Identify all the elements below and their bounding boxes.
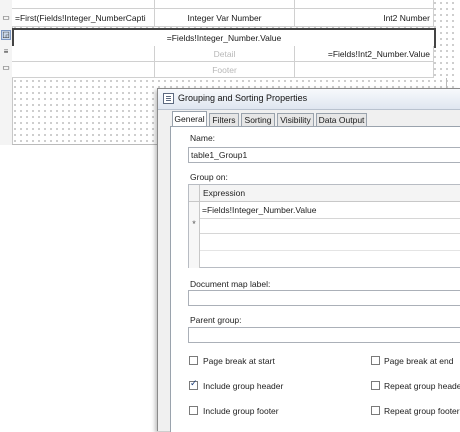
- grouping-sorting-dialog: Grouping and Sorting Properties General …: [157, 88, 460, 432]
- detail-cell-2[interactable]: Detail: [155, 46, 295, 61]
- doc-map-label: Document map label:: [190, 279, 271, 289]
- page-break-end-checkbox[interactable]: [371, 356, 380, 365]
- page-break-start-label: Page break at start: [203, 356, 275, 366]
- new-row-icon: *: [192, 219, 196, 229]
- table-cell[interactable]: [295, 0, 434, 8]
- name-value: table1_Group1: [191, 150, 248, 160]
- parent-group-field[interactable]: [188, 327, 460, 343]
- group-header-row[interactable]: =Fields!Integer_Number.Value: [12, 28, 436, 48]
- expression-row[interactable]: =Fields!Integer_Number.Value: [200, 202, 460, 219]
- table-top-row: [12, 0, 434, 9]
- include-group-header-label: Include group header: [203, 381, 284, 391]
- header-cell-1[interactable]: =First(Fields!Integer_NumberCapti: [12, 9, 155, 26]
- name-field[interactable]: table1_Group1: [188, 147, 460, 163]
- group-cell[interactable]: =Fields!Integer_Number.Value: [14, 30, 434, 46]
- dialog-titlebar[interactable]: Grouping and Sorting Properties: [158, 89, 460, 110]
- table-detail-row: Detail =Fields!Int2_Number.Value: [12, 46, 434, 62]
- table-cell[interactable]: [12, 0, 155, 8]
- doc-map-field[interactable]: [188, 290, 460, 306]
- tab-data-output[interactable]: Data Output: [316, 113, 367, 126]
- detail-icon[interactable]: ≡: [2, 48, 10, 56]
- repeat-group-footer-label: Repeat group footer: [384, 406, 460, 416]
- include-group-footer-checkbox[interactable]: [189, 406, 198, 415]
- dialog-title: Grouping and Sorting Properties: [178, 93, 308, 103]
- repeat-group-header-label: Repeat group header: [384, 381, 460, 391]
- table-cell[interactable]: [155, 0, 295, 8]
- general-tab-panel: Name: table1_Group1 Group on: Expression…: [170, 126, 460, 432]
- footer-cell-3[interactable]: [295, 62, 434, 77]
- parent-group-label: Parent group:: [190, 315, 242, 325]
- dialog-icon: [163, 93, 174, 104]
- name-label: Name:: [190, 133, 216, 143]
- footer-cell-2[interactable]: Footer: [155, 62, 295, 77]
- expression-header: Expression: [203, 188, 246, 198]
- tab-sorting[interactable]: Sorting: [241, 113, 275, 126]
- table-footer-row: Footer: [12, 62, 434, 78]
- header-cell-3[interactable]: Int2 Number: [295, 9, 434, 26]
- row-header-corner: [189, 185, 200, 201]
- include-group-header-checkbox[interactable]: [189, 379, 198, 390]
- expression-header-row: Expression: [189, 185, 460, 202]
- detail-cell-1[interactable]: [12, 46, 155, 61]
- page-break-start-checkbox[interactable]: [189, 356, 198, 365]
- detail-cell-3[interactable]: =Fields!Int2_Number.Value: [295, 46, 434, 61]
- footer-cell-1[interactable]: [12, 62, 155, 77]
- include-group-footer-label: Include group footer: [203, 406, 279, 416]
- page-break-end-label: Page break at end: [384, 356, 454, 366]
- expression-empty-row: [200, 234, 460, 251]
- tab-visibility[interactable]: Visibility: [277, 113, 314, 126]
- expression-value: =Fields!Integer_Number.Value: [202, 205, 317, 215]
- expression-new-row[interactable]: [200, 219, 460, 234]
- repeat-group-header-checkbox[interactable]: [371, 381, 380, 390]
- tab-general[interactable]: General: [172, 111, 207, 127]
- group-icon[interactable]: ◲: [1, 30, 11, 40]
- footer-icon[interactable]: ▭: [2, 64, 10, 72]
- row-selector-column: [189, 202, 200, 268]
- group-on-label: Group on:: [190, 172, 228, 182]
- repeat-group-footer-checkbox[interactable]: [371, 406, 380, 415]
- table-header-icon[interactable]: ▭: [2, 14, 10, 22]
- table-header-row: =First(Fields!Integer_NumberCapti Intege…: [12, 9, 434, 27]
- tab-filters[interactable]: Filters: [209, 113, 239, 126]
- header-cell-2[interactable]: Integer Var Number: [155, 9, 295, 26]
- group-on-grid[interactable]: Expression =Fields!Integer_Number.Value …: [188, 184, 460, 268]
